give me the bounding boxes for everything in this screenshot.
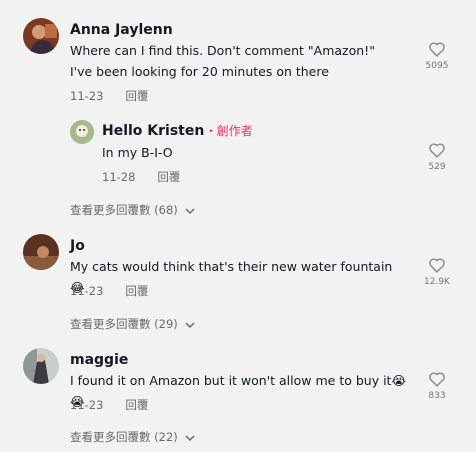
avatar[interactable] bbox=[23, 18, 59, 54]
comment-date: 11-23 bbox=[70, 398, 104, 412]
comment-text: Where can I find this. Don't comment "Am… bbox=[70, 43, 375, 79]
heart-outline-icon bbox=[429, 258, 445, 273]
view-more-replies[interactable]: 查看更多回覆數 (68) bbox=[70, 202, 195, 218]
chevron-down-icon bbox=[185, 435, 195, 442]
reply-button[interactable]: 回覆 bbox=[125, 398, 148, 412]
heart-outline-icon bbox=[429, 372, 445, 387]
comment-meta: 11-23 回覆 bbox=[70, 88, 148, 104]
reply-date: 11-28 bbox=[102, 170, 136, 184]
like-button[interactable]: 529 bbox=[417, 142, 457, 172]
heart-outline-icon bbox=[429, 143, 445, 158]
chevron-down-icon bbox=[185, 322, 195, 329]
avatar[interactable] bbox=[23, 348, 59, 384]
like-button[interactable]: 5095 bbox=[417, 41, 457, 71]
comment-author[interactable]: maggie bbox=[70, 352, 128, 368]
reply-text: In my B-I-O bbox=[102, 145, 173, 160]
view-more-replies[interactable]: 查看更多回覆數 (29) bbox=[70, 316, 195, 332]
avatar[interactable] bbox=[70, 120, 94, 144]
reply-button[interactable]: 回覆 bbox=[125, 284, 148, 298]
comment-date: 11-23 bbox=[70, 284, 104, 298]
reply-button[interactable]: 回覆 bbox=[125, 89, 148, 103]
like-button[interactable]: 833 bbox=[417, 371, 457, 401]
like-count: 12.9K bbox=[424, 277, 450, 287]
comment-author[interactable]: Jo bbox=[70, 238, 85, 254]
like-count: 529 bbox=[428, 162, 446, 172]
chevron-down-icon bbox=[185, 208, 195, 215]
like-button[interactable]: 12.9K bbox=[417, 257, 457, 287]
view-more-replies[interactable]: 查看更多回覆數 (22) bbox=[70, 429, 195, 445]
reply-author[interactable]: Hello Kristen • 創作者 bbox=[102, 122, 253, 139]
comment-meta: 11-23 回覆 bbox=[70, 397, 148, 413]
like-count: 5095 bbox=[425, 61, 449, 71]
heart-outline-icon bbox=[429, 42, 445, 57]
reply-meta: 11-28 回覆 bbox=[102, 169, 180, 185]
comment-meta: 11-23 回覆 bbox=[70, 283, 148, 299]
avatar[interactable] bbox=[23, 234, 59, 270]
like-count: 833 bbox=[428, 391, 446, 401]
creator-badge: • 創作者 bbox=[208, 124, 253, 138]
reply-button[interactable]: 回覆 bbox=[157, 170, 180, 184]
comment-author[interactable]: Anna Jaylenn bbox=[70, 22, 173, 38]
comment-date: 11-23 bbox=[70, 89, 104, 103]
